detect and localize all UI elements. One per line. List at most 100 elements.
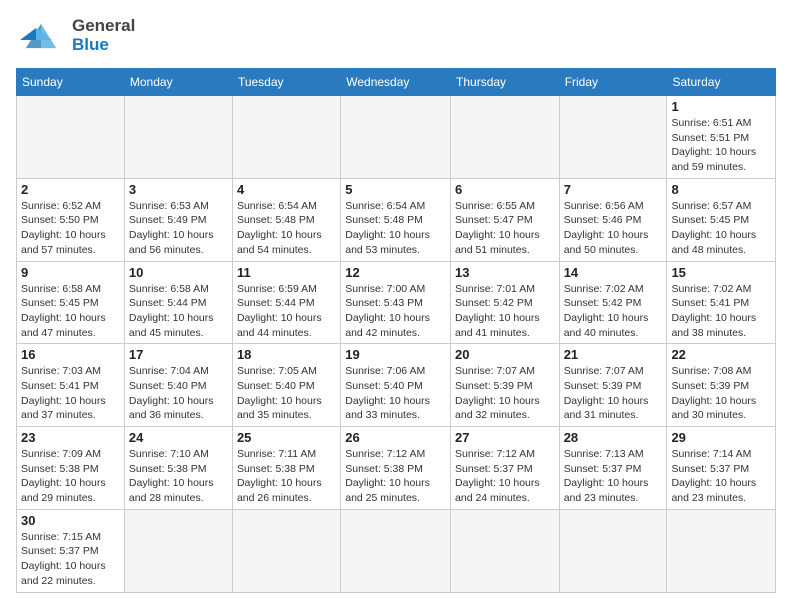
calendar-cell: 4 Sunrise: 6:54 AMSunset: 5:48 PMDaylight… bbox=[232, 178, 340, 261]
day-info: Sunrise: 6:51 AMSunset: 5:51 PMDaylight:… bbox=[671, 116, 771, 175]
calendar-cell bbox=[124, 509, 232, 592]
calendar-cell: 28 Sunrise: 7:13 AMSunset: 5:37 PMDayligh… bbox=[559, 427, 667, 510]
calendar-cell: 1 Sunrise: 6:51 AMSunset: 5:51 PMDaylight… bbox=[667, 96, 776, 179]
day-number: 4 bbox=[237, 182, 336, 197]
calendar-cell: 27Sunrise: 7:12 AMSunset: 5:37 PMDayligh… bbox=[451, 427, 560, 510]
day-info: Sunrise: 6:58 AMSunset: 5:45 PMDaylight:… bbox=[21, 282, 120, 341]
day-number: 12 bbox=[345, 265, 446, 280]
weekday-header-tuesday: Tuesday bbox=[232, 69, 340, 96]
day-number: 21 bbox=[564, 347, 663, 362]
logo: General Blue bbox=[16, 16, 135, 60]
calendar-body: 1 Sunrise: 6:51 AMSunset: 5:51 PMDaylight… bbox=[17, 96, 776, 593]
day-info: Sunrise: 6:55 AMSunset: 5:47 PMDaylight:… bbox=[455, 199, 555, 258]
calendar-cell: 30Sunrise: 7:15 AMSunset: 5:37 PMDayligh… bbox=[17, 509, 125, 592]
day-number: 3 bbox=[129, 182, 228, 197]
calendar-cell: 21Sunrise: 7:07 AMSunset: 5:39 PMDayligh… bbox=[559, 344, 667, 427]
week-row-4: 16 Sunrise: 7:03 AMSunset: 5:41 PMDayligh… bbox=[17, 344, 776, 427]
day-number: 15 bbox=[671, 265, 771, 280]
day-info: Sunrise: 7:13 AMSunset: 5:37 PMDaylight:… bbox=[564, 447, 663, 506]
day-number: 18 bbox=[237, 347, 336, 362]
day-number: 1 bbox=[671, 99, 771, 114]
day-info: Sunrise: 6:53 AMSunset: 5:49 PMDaylight:… bbox=[129, 199, 228, 258]
day-number: 23 bbox=[21, 430, 120, 445]
day-number: 27 bbox=[455, 430, 555, 445]
calendar-cell bbox=[17, 96, 125, 179]
day-number: 5 bbox=[345, 182, 446, 197]
day-info: Sunrise: 7:10 AMSunset: 5:38 PMDaylight:… bbox=[129, 447, 228, 506]
calendar-cell: 6 Sunrise: 6:55 AMSunset: 5:47 PMDaylight… bbox=[451, 178, 560, 261]
day-number: 28 bbox=[564, 430, 663, 445]
day-number: 20 bbox=[455, 347, 555, 362]
weekday-header-saturday: Saturday bbox=[667, 69, 776, 96]
calendar-cell: 14 Sunrise: 7:02 AMSunset: 5:42 PMDayligh… bbox=[559, 261, 667, 344]
week-row-1: 1 Sunrise: 6:51 AMSunset: 5:51 PMDaylight… bbox=[17, 96, 776, 179]
day-info: Sunrise: 6:58 AMSunset: 5:44 PMDaylight:… bbox=[129, 282, 228, 341]
day-info: Sunrise: 7:02 AMSunset: 5:42 PMDaylight:… bbox=[564, 282, 663, 341]
calendar-cell: 7Sunrise: 6:56 AMSunset: 5:46 PMDaylight… bbox=[559, 178, 667, 261]
calendar-cell bbox=[232, 96, 340, 179]
logo-icon bbox=[16, 18, 66, 60]
calendar-cell: 15Sunrise: 7:02 AMSunset: 5:41 PMDayligh… bbox=[667, 261, 776, 344]
calendar-cell: 8Sunrise: 6:57 AMSunset: 5:45 PMDaylight… bbox=[667, 178, 776, 261]
day-number: 25 bbox=[237, 430, 336, 445]
day-number: 7 bbox=[564, 182, 663, 197]
calendar-cell: 11 Sunrise: 6:59 AMSunset: 5:44 PMDayligh… bbox=[232, 261, 340, 344]
weekday-header-wednesday: Wednesday bbox=[341, 69, 451, 96]
weekday-header-monday: Monday bbox=[124, 69, 232, 96]
header: General Blue bbox=[16, 16, 776, 60]
calendar-cell: 25 Sunrise: 7:11 AMSunset: 5:38 PMDayligh… bbox=[232, 427, 340, 510]
week-row-5: 23Sunrise: 7:09 AMSunset: 5:38 PMDayligh… bbox=[17, 427, 776, 510]
calendar-cell: 20 Sunrise: 7:07 AMSunset: 5:39 PMDayligh… bbox=[451, 344, 560, 427]
calendar-cell bbox=[451, 96, 560, 179]
calendar-cell: 13 Sunrise: 7:01 AMSunset: 5:42 PMDayligh… bbox=[451, 261, 560, 344]
day-info: Sunrise: 7:00 AMSunset: 5:43 PMDaylight:… bbox=[345, 282, 446, 341]
day-info: Sunrise: 7:05 AMSunset: 5:40 PMDaylight:… bbox=[237, 364, 336, 423]
day-info: Sunrise: 6:59 AMSunset: 5:44 PMDaylight:… bbox=[237, 282, 336, 341]
weekday-header-sunday: Sunday bbox=[17, 69, 125, 96]
day-info: Sunrise: 7:07 AMSunset: 5:39 PMDaylight:… bbox=[455, 364, 555, 423]
calendar-cell bbox=[341, 509, 451, 592]
calendar-cell bbox=[124, 96, 232, 179]
logo-blue-text: Blue bbox=[72, 36, 135, 55]
day-info: Sunrise: 7:06 AMSunset: 5:40 PMDaylight:… bbox=[345, 364, 446, 423]
calendar-cell: 23Sunrise: 7:09 AMSunset: 5:38 PMDayligh… bbox=[17, 427, 125, 510]
day-info: Sunrise: 7:12 AMSunset: 5:38 PMDaylight:… bbox=[345, 447, 446, 506]
logo-general: General bbox=[72, 16, 135, 35]
day-number: 11 bbox=[237, 265, 336, 280]
calendar-cell: 10 Sunrise: 6:58 AMSunset: 5:44 PMDayligh… bbox=[124, 261, 232, 344]
day-number: 14 bbox=[564, 265, 663, 280]
weekday-header-row: SundayMondayTuesdayWednesdayThursdayFrid… bbox=[17, 69, 776, 96]
calendar-cell bbox=[559, 509, 667, 592]
calendar-cell: 18 Sunrise: 7:05 AMSunset: 5:40 PMDayligh… bbox=[232, 344, 340, 427]
day-info: Sunrise: 7:08 AMSunset: 5:39 PMDaylight:… bbox=[671, 364, 771, 423]
day-number: 8 bbox=[671, 182, 771, 197]
day-info: Sunrise: 6:54 AMSunset: 5:48 PMDaylight:… bbox=[237, 199, 336, 258]
day-info: Sunrise: 7:01 AMSunset: 5:42 PMDaylight:… bbox=[455, 282, 555, 341]
calendar-cell: 3 Sunrise: 6:53 AMSunset: 5:49 PMDaylight… bbox=[124, 178, 232, 261]
calendar-cell bbox=[451, 509, 560, 592]
day-info: Sunrise: 7:14 AMSunset: 5:37 PMDaylight:… bbox=[671, 447, 771, 506]
week-row-6: 30Sunrise: 7:15 AMSunset: 5:37 PMDayligh… bbox=[17, 509, 776, 592]
calendar-cell: 12 Sunrise: 7:00 AMSunset: 5:43 PMDayligh… bbox=[341, 261, 451, 344]
day-number: 17 bbox=[129, 347, 228, 362]
week-row-2: 2Sunrise: 6:52 AMSunset: 5:50 PMDaylight… bbox=[17, 178, 776, 261]
day-number: 26 bbox=[345, 430, 446, 445]
day-number: 10 bbox=[129, 265, 228, 280]
calendar-cell: 17Sunrise: 7:04 AMSunset: 5:40 PMDayligh… bbox=[124, 344, 232, 427]
day-info: Sunrise: 7:11 AMSunset: 5:38 PMDaylight:… bbox=[237, 447, 336, 506]
week-row-3: 9Sunrise: 6:58 AMSunset: 5:45 PMDaylight… bbox=[17, 261, 776, 344]
calendar-cell: 5 Sunrise: 6:54 AMSunset: 5:48 PMDaylight… bbox=[341, 178, 451, 261]
calendar-cell: 9Sunrise: 6:58 AMSunset: 5:45 PMDaylight… bbox=[17, 261, 125, 344]
day-number: 16 bbox=[21, 347, 120, 362]
calendar-cell bbox=[559, 96, 667, 179]
day-number: 6 bbox=[455, 182, 555, 197]
day-info: Sunrise: 6:52 AMSunset: 5:50 PMDaylight:… bbox=[21, 199, 120, 258]
day-number: 22 bbox=[671, 347, 771, 362]
weekday-header-thursday: Thursday bbox=[451, 69, 560, 96]
day-info: Sunrise: 6:54 AMSunset: 5:48 PMDaylight:… bbox=[345, 199, 446, 258]
day-number: 13 bbox=[455, 265, 555, 280]
weekday-header-friday: Friday bbox=[559, 69, 667, 96]
calendar-cell: 29Sunrise: 7:14 AMSunset: 5:37 PMDayligh… bbox=[667, 427, 776, 510]
day-info: Sunrise: 7:03 AMSunset: 5:41 PMDaylight:… bbox=[21, 364, 120, 423]
day-number: 24 bbox=[129, 430, 228, 445]
